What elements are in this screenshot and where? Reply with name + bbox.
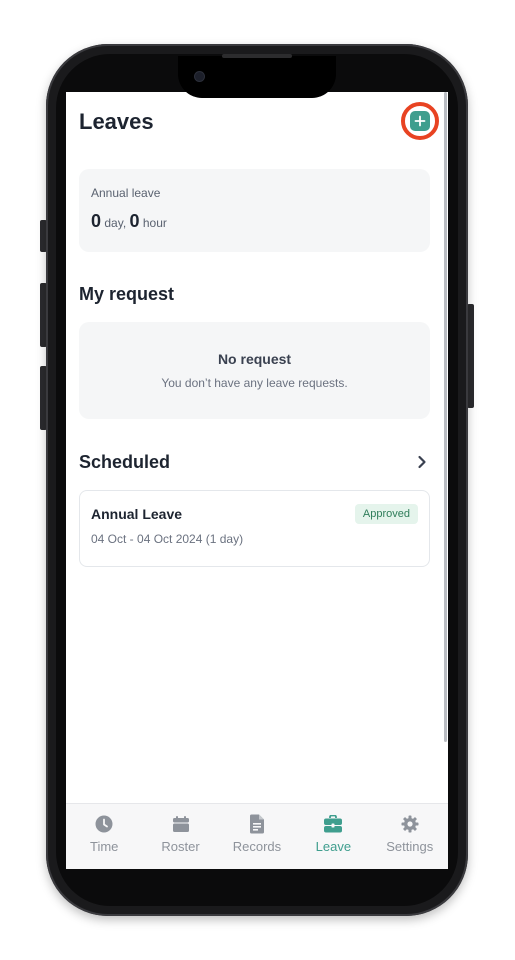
briefcase-icon bbox=[323, 814, 343, 834]
tab-label: Records bbox=[232, 839, 282, 854]
gear-icon bbox=[401, 814, 419, 834]
tab-leave[interactable]: Leave bbox=[297, 804, 369, 854]
bottom-tab-bar: Time Roster Records Leave Settings bbox=[66, 803, 448, 869]
leave-type: Annual Leave bbox=[91, 506, 183, 522]
app-screen: Leaves Annual leave 0 day, 0 hour My req… bbox=[66, 92, 448, 869]
my-request-heading: My request bbox=[79, 284, 175, 304]
tab-settings[interactable]: Settings bbox=[374, 804, 446, 854]
chevron-right-icon[interactable] bbox=[410, 450, 434, 474]
earpiece-speaker bbox=[222, 54, 292, 58]
empty-requests-card: No request You don’t have any leave requ… bbox=[79, 322, 430, 419]
tab-time[interactable]: Time bbox=[68, 804, 140, 854]
tab-label: Settings bbox=[386, 839, 434, 854]
empty-state-title: No request bbox=[217, 351, 292, 367]
scheduled-leave-item[interactable]: Annual Leave 04 Oct - 04 Oct 2024 (1 day… bbox=[79, 490, 430, 567]
leave-dates: 04 Oct - 04 Oct 2024 (1 day) bbox=[91, 532, 244, 546]
empty-state-subtitle: You don’t have any leave requests. bbox=[161, 376, 348, 390]
annual-leave-balance-card: Annual leave 0 day, 0 hour bbox=[79, 169, 430, 252]
page-title: Leaves bbox=[79, 109, 154, 134]
balance-label: Annual leave bbox=[91, 186, 161, 200]
clock-icon bbox=[95, 814, 113, 834]
tab-label: Roster bbox=[161, 839, 200, 854]
balance-hours: 0 bbox=[129, 211, 140, 231]
tab-label: Time bbox=[89, 839, 119, 854]
tab-records[interactable]: Records bbox=[221, 804, 293, 854]
add-leave-button[interactable] bbox=[401, 102, 439, 140]
calendar-icon bbox=[172, 814, 190, 834]
status-badge: Approved bbox=[354, 504, 418, 524]
balance-days: 0 bbox=[91, 211, 102, 231]
scrollbar[interactable] bbox=[444, 92, 447, 742]
front-camera bbox=[195, 72, 204, 81]
balance-value: 0 day, 0 hour bbox=[91, 211, 167, 232]
balance-day-unit: day, bbox=[104, 216, 127, 230]
balance-hour-unit: hour bbox=[142, 216, 167, 230]
document-icon bbox=[249, 814, 265, 834]
tab-roster[interactable]: Roster bbox=[145, 804, 217, 854]
scheduled-heading: Scheduled bbox=[79, 452, 171, 472]
power-button bbox=[467, 304, 474, 408]
plus-icon bbox=[410, 111, 430, 131]
tab-label: Leave bbox=[315, 839, 352, 854]
